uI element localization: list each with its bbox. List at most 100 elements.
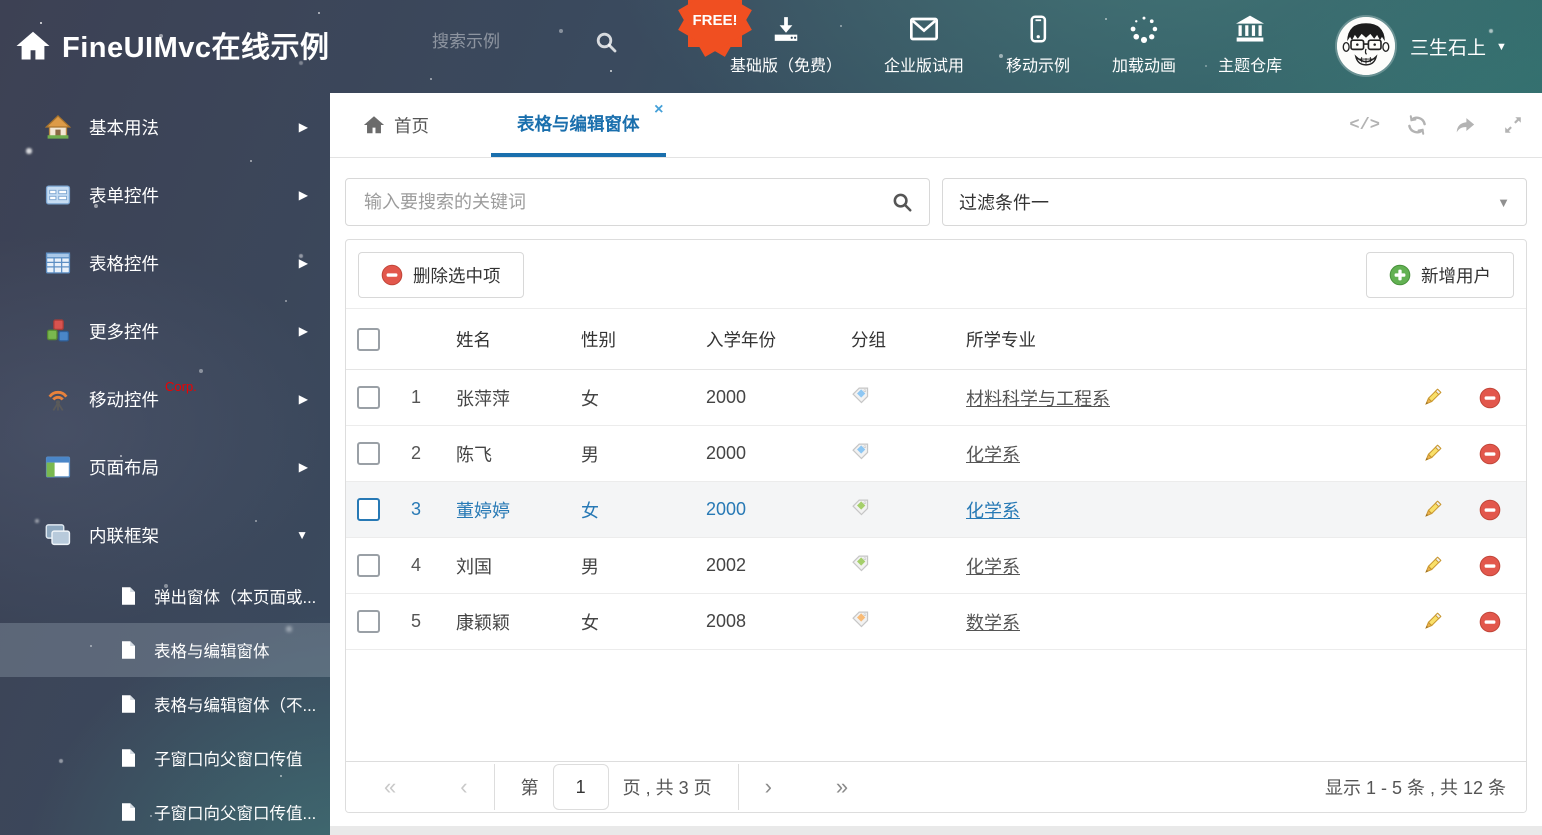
home-icon[interactable] xyxy=(15,28,51,64)
major-link[interactable]: 化学系 xyxy=(966,557,1020,577)
edit-pencil-icon[interactable] xyxy=(1421,443,1443,465)
cell-name: 张萍萍 xyxy=(456,388,510,409)
page-input[interactable] xyxy=(552,764,609,810)
row-checkbox[interactable] xyxy=(357,498,380,521)
delete-selected-button[interactable]: 删除选中项 xyxy=(358,252,524,298)
cell-group xyxy=(836,610,951,634)
edit-pencil-icon[interactable] xyxy=(1421,611,1443,633)
add-user-label: 新增用户 xyxy=(1421,265,1491,286)
tab-home[interactable]: 首页 xyxy=(363,93,429,157)
select-all-checkbox[interactable] xyxy=(357,327,380,351)
sidebar-subitem[interactable]: 弹出窗体（本页面或... xyxy=(0,569,330,623)
sidebar-subitem[interactable]: 子窗口向父窗口传值... xyxy=(0,785,330,835)
sidebar-item[interactable]: 页面布局 ▶ xyxy=(0,433,330,501)
delete-row-icon[interactable] xyxy=(1479,499,1501,521)
sidebar-subitem[interactable]: 表格与编辑窗体（不... xyxy=(0,677,330,731)
close-icon[interactable]: × xyxy=(654,102,663,118)
grid-panel: 删除选中项 新增用户 姓名 性别 入学年份 分组 所学专业 1 张萍萍女 2000 材… xyxy=(345,239,1527,813)
share-icon[interactable] xyxy=(1454,114,1476,136)
column-name[interactable]: 姓名 xyxy=(441,327,566,352)
add-user-button[interactable]: 新增用户 xyxy=(1366,252,1514,298)
delete-row-icon[interactable] xyxy=(1479,611,1501,633)
chevron-right-icon: ▶ xyxy=(298,188,308,202)
edit-pencil-icon[interactable] xyxy=(1421,499,1443,521)
delete-row-icon[interactable] xyxy=(1479,555,1501,577)
header-search-input[interactable] xyxy=(430,31,594,53)
sidebar-item[interactable]: 移动控件 Corp. ▶ xyxy=(0,365,330,433)
cell-edit xyxy=(1409,555,1454,577)
nav-item-label: 基础版（免费） xyxy=(730,58,843,75)
minus-circle-icon xyxy=(381,264,403,286)
sidebar-item-label: 更多控件 xyxy=(89,321,159,342)
sidebar-subitem[interactable]: 子窗口向父窗口传值 xyxy=(0,731,330,785)
cell-name: 康颖颖 xyxy=(456,612,510,633)
cell-year: 2000 xyxy=(706,387,747,407)
major-link[interactable]: 数学系 xyxy=(966,613,1020,633)
column-major[interactable]: 所学专业 xyxy=(951,327,1409,352)
column-gender[interactable]: 性别 xyxy=(566,327,691,352)
column-group[interactable]: 分组 xyxy=(836,327,951,352)
delete-row-icon[interactable] xyxy=(1479,443,1501,465)
sidebar-item[interactable]: 表格控件 ▶ xyxy=(0,229,330,297)
cell-delete xyxy=(1454,611,1526,633)
main-content: 首页 表格与编辑窗体 × </> 过滤条件一 ▼ 删除选中项 xyxy=(330,93,1542,835)
row-checkbox[interactable] xyxy=(357,386,380,409)
nav-item-label: 加载动画 xyxy=(1112,58,1177,75)
table-row[interactable]: 4 刘国 男 2002 化学系 xyxy=(346,538,1526,594)
mobile-icon xyxy=(1023,12,1053,46)
nav-item-label: 移动示例 xyxy=(1006,58,1071,75)
keyword-search-input[interactable] xyxy=(362,190,891,214)
first-page-button[interactable]: « xyxy=(384,776,396,798)
tab-grid-edit-window[interactable]: 表格与编辑窗体 × xyxy=(491,93,666,157)
column-year[interactable]: 入学年份 xyxy=(691,327,836,352)
row-index: 5 xyxy=(410,611,421,631)
cell-edit xyxy=(1409,499,1454,521)
header-nav-item[interactable]: 移动示例 xyxy=(1006,12,1070,76)
sidebar-subitem-label: 弹出窗体（本页面或... xyxy=(154,589,317,607)
header-nav-item[interactable]: 加载动画 xyxy=(1112,12,1176,76)
last-page-button[interactable]: » xyxy=(836,776,848,798)
search-icon[interactable] xyxy=(891,191,913,213)
page-icon xyxy=(118,748,138,768)
tag-icon xyxy=(851,610,870,629)
row-checkbox[interactable] xyxy=(357,442,380,465)
chevron-right-icon: ▶ xyxy=(298,460,308,474)
sidebar-subitem[interactable]: 表格与编辑窗体 xyxy=(0,623,330,677)
next-page-button[interactable]: › xyxy=(765,776,772,798)
user-menu[interactable]: 三生石上 ▼ xyxy=(1410,33,1507,60)
row-checkbox[interactable] xyxy=(357,554,380,577)
sidebar-item[interactable]: 表单控件 ▶ xyxy=(0,161,330,229)
edit-pencil-icon[interactable] xyxy=(1421,555,1443,577)
keyword-search-box xyxy=(345,178,930,226)
delete-row-icon[interactable] xyxy=(1479,387,1501,409)
row-index: 3 xyxy=(410,499,421,519)
major-link[interactable]: 化学系 xyxy=(966,501,1020,521)
major-link[interactable]: 化学系 xyxy=(966,445,1020,465)
sidebar-item[interactable]: 内联框架 ▼ xyxy=(0,501,330,569)
sidebar-subitem-label: 表格与编辑窗体（不... xyxy=(154,697,317,715)
header-nav-item[interactable]: 企业版试用 xyxy=(884,12,964,76)
nav-item-label: 企业版试用 xyxy=(884,58,965,75)
table-row[interactable]: 1 张萍萍 女 2000 材料科学与工程系 xyxy=(346,370,1526,426)
edit-pencil-icon[interactable] xyxy=(1421,387,1443,409)
table-row[interactable]: 5 康颖颖 女 2008 数学系 xyxy=(346,594,1526,650)
search-icon[interactable] xyxy=(594,30,618,54)
chevron-down-icon: ▼ xyxy=(1496,40,1507,53)
refresh-icon[interactable] xyxy=(1406,114,1428,136)
source-code-icon[interactable]: </> xyxy=(1349,116,1380,135)
sidebar-item[interactable]: 基本用法 ▶ xyxy=(0,93,330,161)
row-checkbox[interactable] xyxy=(357,610,380,633)
row-checkbox-cell xyxy=(346,610,391,633)
sidebar-item[interactable]: 更多控件 ▶ xyxy=(0,297,330,365)
table-row[interactable]: 2 陈飞 男 2000 化学系 xyxy=(346,426,1526,482)
download-icon xyxy=(771,12,801,46)
cell-group xyxy=(836,442,951,466)
header-nav-item[interactable]: 主题仓库 xyxy=(1218,12,1282,76)
form-icon xyxy=(45,182,71,208)
filter-dropdown[interactable]: 过滤条件一 ▼ xyxy=(942,178,1527,226)
avatar[interactable] xyxy=(1337,17,1395,75)
major-link[interactable]: 材料科学与工程系 xyxy=(966,389,1110,409)
table-row[interactable]: 3 董婷婷 女 2000 化学系 xyxy=(346,482,1526,538)
prev-page-button[interactable]: ‹ xyxy=(460,776,467,798)
expand-icon[interactable] xyxy=(1502,114,1524,136)
